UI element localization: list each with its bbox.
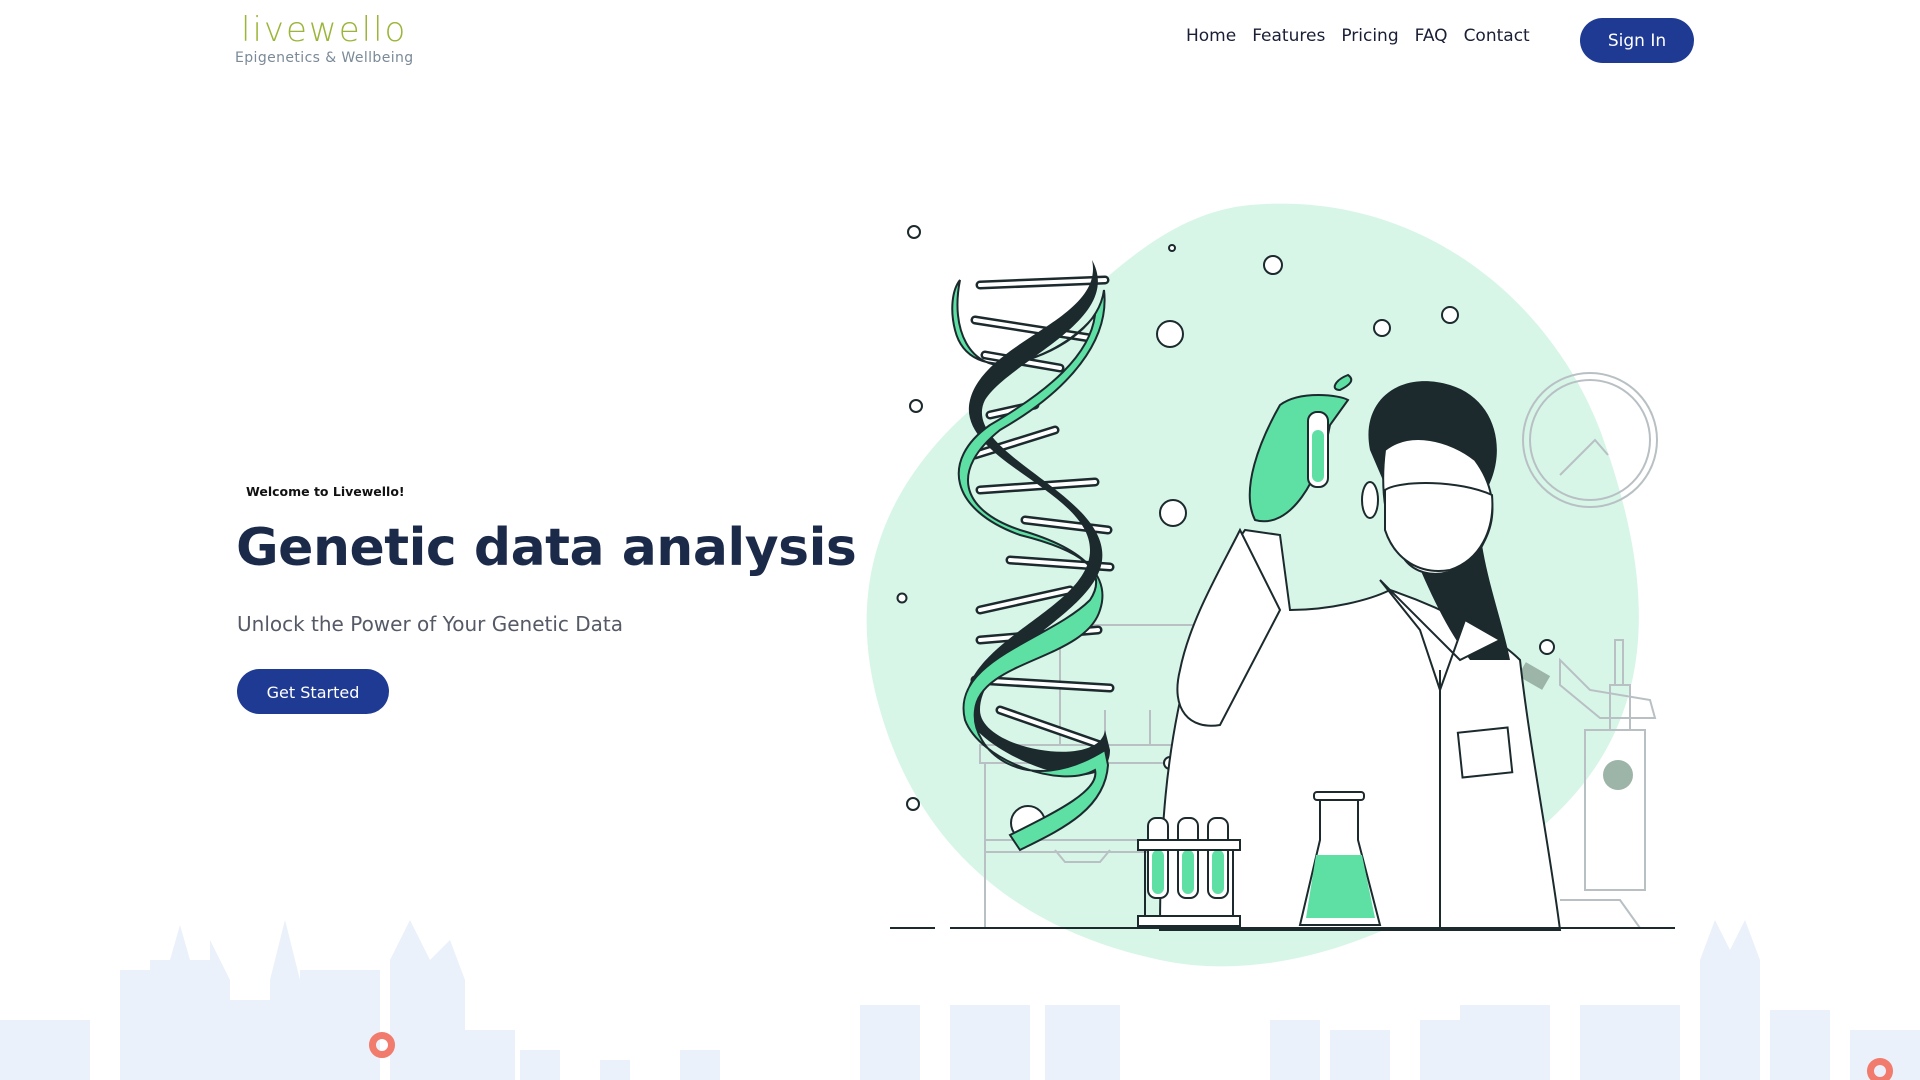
hero-eyebrow: Welcome to Livewello! (246, 484, 405, 499)
decorative-ring-icon (1867, 1058, 1893, 1080)
nav-item-home[interactable]: Home (1186, 26, 1236, 46)
brand-logo[interactable]: livewello Epigenetics & Wellbeing (235, 10, 415, 70)
nav-item-features[interactable]: Features (1252, 26, 1325, 46)
brand-tagline: Epigenetics & Wellbeing (235, 50, 414, 66)
get-started-button[interactable]: Get Started (237, 669, 389, 714)
nav-item-contact[interactable]: Contact (1464, 26, 1530, 46)
site-header: livewello Epigenetics & Wellbeing Home F… (0, 0, 1920, 80)
decorative-ring-icon (369, 1032, 395, 1058)
scientist-with-dna-illustration (866, 203, 1675, 967)
brand-logo-wordmark: livewello (241, 10, 408, 50)
city-skyline-decoration (0, 920, 1920, 1080)
landing-page: livewello Epigenetics & Wellbeing Home F… (0, 0, 1920, 1080)
main-nav: Home Features Pricing FAQ Contact (1186, 26, 1546, 46)
nav-item-pricing[interactable]: Pricing (1341, 26, 1398, 46)
sign-in-button[interactable]: Sign In (1580, 18, 1694, 63)
nav-item-faq[interactable]: FAQ (1415, 26, 1448, 46)
hero-subtitle: Unlock the Power of Your Genetic Data (237, 612, 624, 636)
hero-title: Genetic data analysis (236, 518, 857, 578)
